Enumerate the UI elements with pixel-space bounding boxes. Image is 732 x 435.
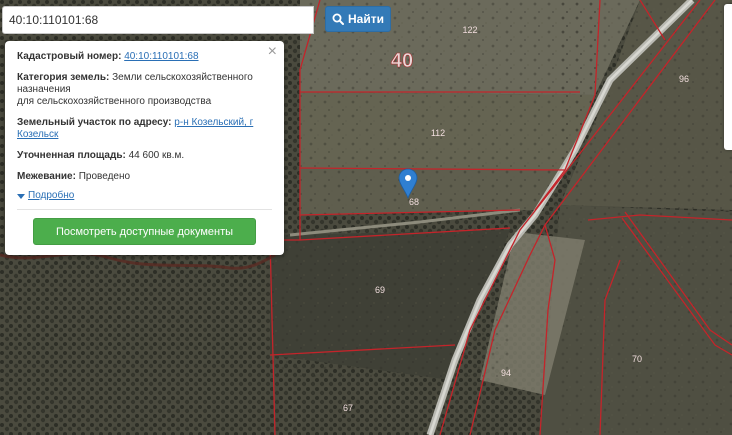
parcel-label-122: 122 — [462, 25, 477, 35]
address-field: Земельный участок по адресу: р-н Козельс… — [17, 117, 272, 141]
parcel-info-popup: × Кадастровый номер: 40:10:110101:68 Кат… — [5, 41, 284, 255]
survey-label: Межевание: — [17, 171, 76, 182]
parcel-label-67: 67 — [343, 403, 353, 413]
parcel-label-69: 69 — [375, 285, 385, 295]
quarter-label: 40 — [391, 50, 413, 72]
parcel-label-68: 68 — [409, 197, 419, 207]
land-category-value-2: назначения — [17, 84, 71, 95]
details-link[interactable]: Подробно — [17, 190, 272, 202]
parcel-label-112: 112 — [431, 128, 445, 138]
address-link-line-1: р-н Козельский, г — [174, 117, 254, 128]
search-input[interactable] — [2, 6, 314, 34]
address-label: Земельный участок по адресу: — [17, 117, 172, 128]
survey-value: Проведено — [78, 171, 131, 182]
area-value: 44 600 кв.м. — [128, 150, 185, 161]
close-icon[interactable]: × — [268, 44, 277, 60]
parcel-label-96: 96 — [679, 74, 689, 84]
land-category-value-3: для сельскохозяйственного производства — [17, 96, 212, 107]
view-documents-button-label: Посмотреть доступные документы — [55, 225, 234, 238]
land-category-label: Категория земель: — [17, 72, 110, 83]
details-link-label: Подробно — [28, 190, 75, 201]
area-field: Уточненная площадь: 44 600 кв.м. — [17, 150, 272, 162]
map-side-panel[interactable] — [724, 4, 732, 150]
cadastral-number-label: Кадастровый номер: — [17, 51, 122, 62]
search-button[interactable]: Найти — [325, 6, 391, 32]
view-documents-button[interactable]: Посмотреть доступные документы — [33, 218, 256, 245]
parcel-label-70: 70 — [632, 354, 642, 364]
survey-field: Межевание: Проведено — [17, 171, 272, 183]
cadastral-number-field: Кадастровый номер: 40:10:110101:68 — [17, 51, 272, 63]
area-label: Уточненная площадь: — [17, 150, 126, 161]
popup-divider — [17, 209, 272, 210]
address-link-line-2: Козельск — [17, 129, 59, 140]
land-category-value-1: Земли сельскохозяйственного — [112, 72, 253, 83]
search-button-label: Найти — [348, 12, 384, 26]
cadastral-number-link[interactable]: 40:10:110101:68 — [124, 51, 198, 62]
land-category-field: Категория земель: Земли сельскохозяйстве… — [17, 72, 272, 108]
parcel-label-94: 94 — [501, 368, 511, 378]
search-icon — [332, 13, 344, 25]
chevron-down-icon — [17, 193, 25, 199]
